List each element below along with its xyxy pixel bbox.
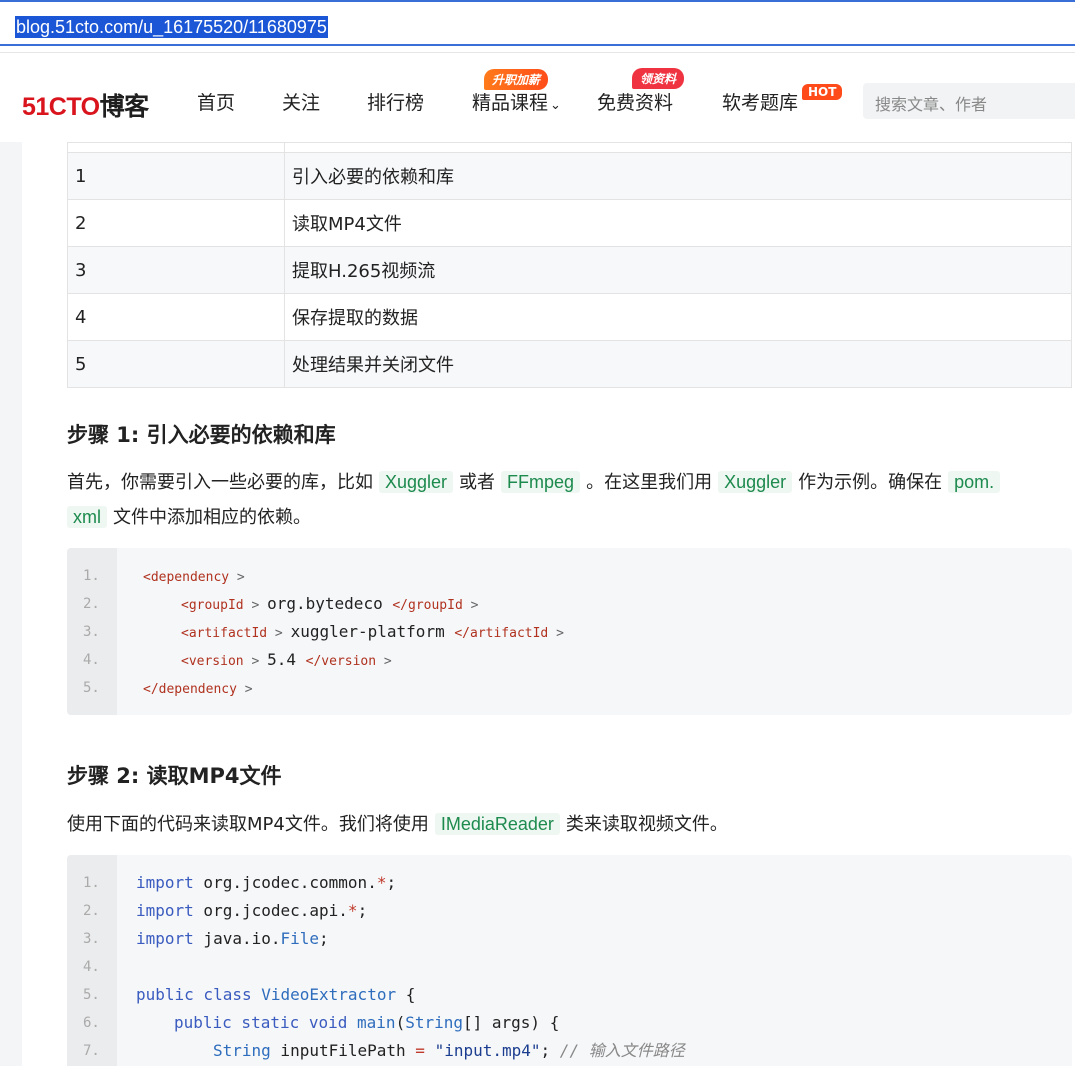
code-block-dependency[interactable]: 1. <dependency > 2. <groupId > org.bytedec… (67, 548, 1072, 715)
nav-follow[interactable]: 关注 (282, 88, 320, 115)
table-row: 4 保存提取的数据 (67, 293, 1072, 341)
code-line: import java.io.File; (136, 929, 329, 948)
nav-courses[interactable]: 精品课程 ⌄ (472, 88, 561, 115)
table-row: 3 提取H.265视频流 (67, 246, 1072, 294)
site-header: 51CTO博客 首页 关注 排行榜 升职加薪 精品课程 ⌄ 领资料 免费资料 软考… (0, 52, 1075, 143)
left-gutter (0, 142, 22, 1066)
step1-heading: 步骤 1: 引入必要的依赖和库 (67, 423, 336, 447)
step2-paragraph: 使用下面的代码来读取MP4文件。我们将使用 IMediaReader 类来读取视频文… (67, 813, 728, 835)
table-row: 2 读取MP4文件 (67, 199, 1072, 247)
hot-badge: HOT (802, 84, 843, 100)
url-text[interactable]: blog.51cto.com/u_16175520/11680975 (15, 16, 328, 38)
code-line: import org.jcodec.api.*; (136, 901, 368, 920)
nav-free[interactable]: 免费资料 (597, 88, 673, 115)
table-row: 1 引入必要的依赖和库 (67, 152, 1072, 200)
free-badge: 领资料 (632, 68, 685, 89)
nav-exam[interactable]: 软考题库 (722, 88, 798, 115)
site-logo[interactable]: 51CTO博客 (22, 87, 149, 123)
steps-table: 1 引入必要的依赖和库 2 读取MP4文件 3 提取H.265视频流 4 保存提取的数据… (67, 142, 1072, 388)
code-line: import org.jcodec.common.*; (136, 873, 397, 892)
step1-paragraph: 首先，你需要引入一些必要的库，比如 Xuggler 或者 FFmpeg 。在这里我们用 X… (67, 465, 1072, 535)
nav-ranking[interactable]: 排行榜 (367, 88, 424, 115)
code-line: String inputFilePath = "input.mp4"; // 输… (213, 1041, 685, 1060)
code-line: public static void main(String[] args) { (174, 1013, 560, 1032)
code-block-java[interactable]: 1. 2. 3. 4. 5. 6. 7. import org.jcodec.c… (67, 855, 1072, 1066)
step2-heading: 步骤 2: 读取MP4文件 (67, 764, 282, 788)
address-bar[interactable]: blog.51cto.com/u_16175520/11680975 (0, 0, 1075, 46)
chevron-down-icon: ⌄ (550, 98, 561, 113)
courses-badge: 升职加薪 (484, 69, 549, 90)
nav-home[interactable]: 首页 (197, 88, 235, 115)
search-input[interactable]: 搜索文章、作者 (863, 83, 1075, 119)
table-row: 5 处理结果并关闭文件 (67, 340, 1072, 388)
code-line: public class VideoExtractor { (136, 985, 416, 1004)
